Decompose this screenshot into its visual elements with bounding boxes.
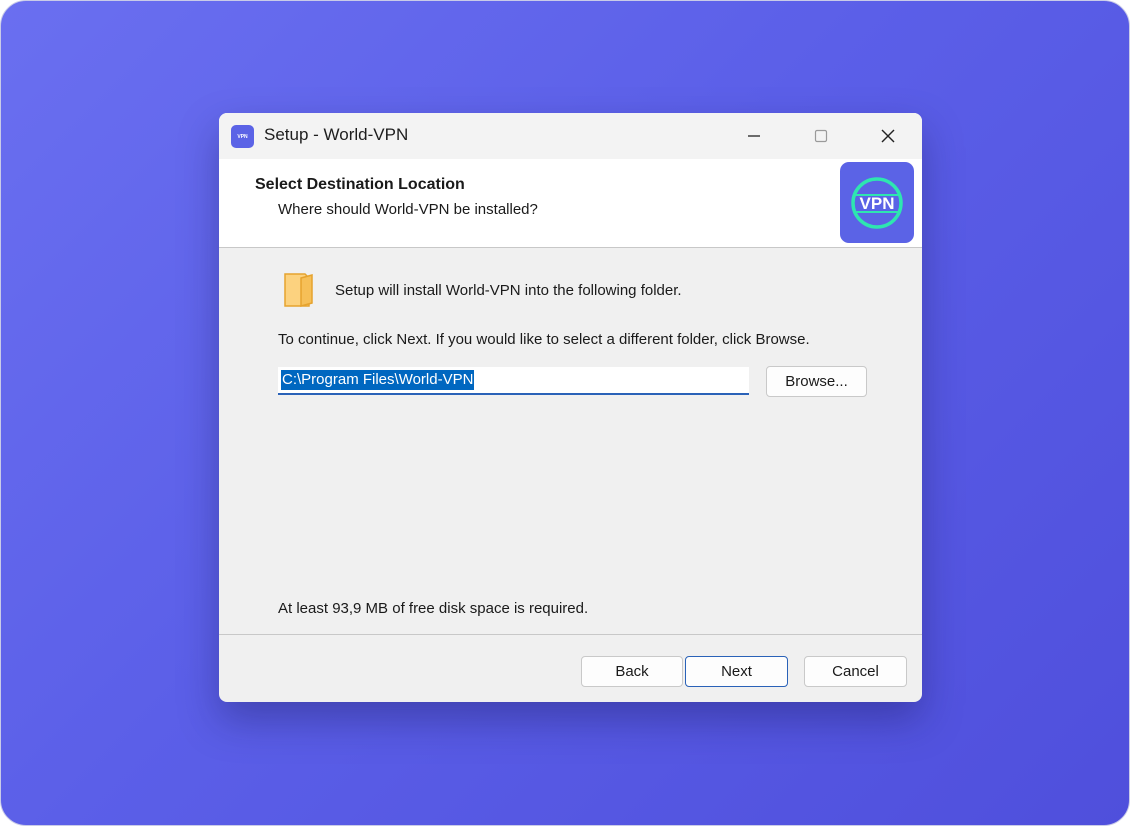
- vpn-logo: VPN: [840, 162, 914, 243]
- window-title: Setup - World-VPN: [264, 125, 409, 144]
- setup-dialog: VPN Setup - World-VPN Select Destination…: [219, 113, 922, 702]
- instruction-text: To continue, click Next. If you would li…: [278, 331, 810, 348]
- minimize-icon: [748, 135, 760, 137]
- destination-path-value: C:\Program Files\World-VPN: [281, 370, 475, 390]
- minimize-button[interactable]: [731, 121, 777, 151]
- maximize-icon: [814, 129, 828, 143]
- page-title: Select Destination Location: [255, 176, 465, 193]
- wizard-header: Select Destination Location Where should…: [219, 159, 922, 248]
- footer-divider: [219, 634, 922, 635]
- folder-icon: [281, 271, 315, 314]
- next-button[interactable]: Next: [685, 656, 788, 687]
- desktop-background: VPN Setup - World-VPN Select Destination…: [0, 0, 1130, 826]
- destination-path-input[interactable]: C:\Program Files\World-VPN: [278, 367, 749, 395]
- app-icon-text: VPN: [237, 133, 248, 140]
- back-button[interactable]: Back: [581, 656, 683, 687]
- title-bar[interactable]: VPN Setup - World-VPN: [219, 113, 922, 159]
- intro-text: Setup will install World-VPN into the fo…: [335, 282, 682, 299]
- page-subtitle: Where should World-VPN be installed?: [278, 201, 538, 218]
- cancel-button[interactable]: Cancel: [804, 656, 907, 687]
- browse-button[interactable]: Browse...: [766, 366, 867, 397]
- vpn-logo-icon: VPN: [851, 176, 903, 229]
- maximize-button[interactable]: [798, 121, 844, 151]
- close-icon: [881, 129, 895, 143]
- close-button[interactable]: [865, 121, 911, 151]
- vpn-logo-text: VPN: [860, 194, 895, 213]
- disk-space-text: At least 93,9 MB of free disk space is r…: [278, 600, 589, 617]
- app-icon: VPN: [231, 125, 254, 148]
